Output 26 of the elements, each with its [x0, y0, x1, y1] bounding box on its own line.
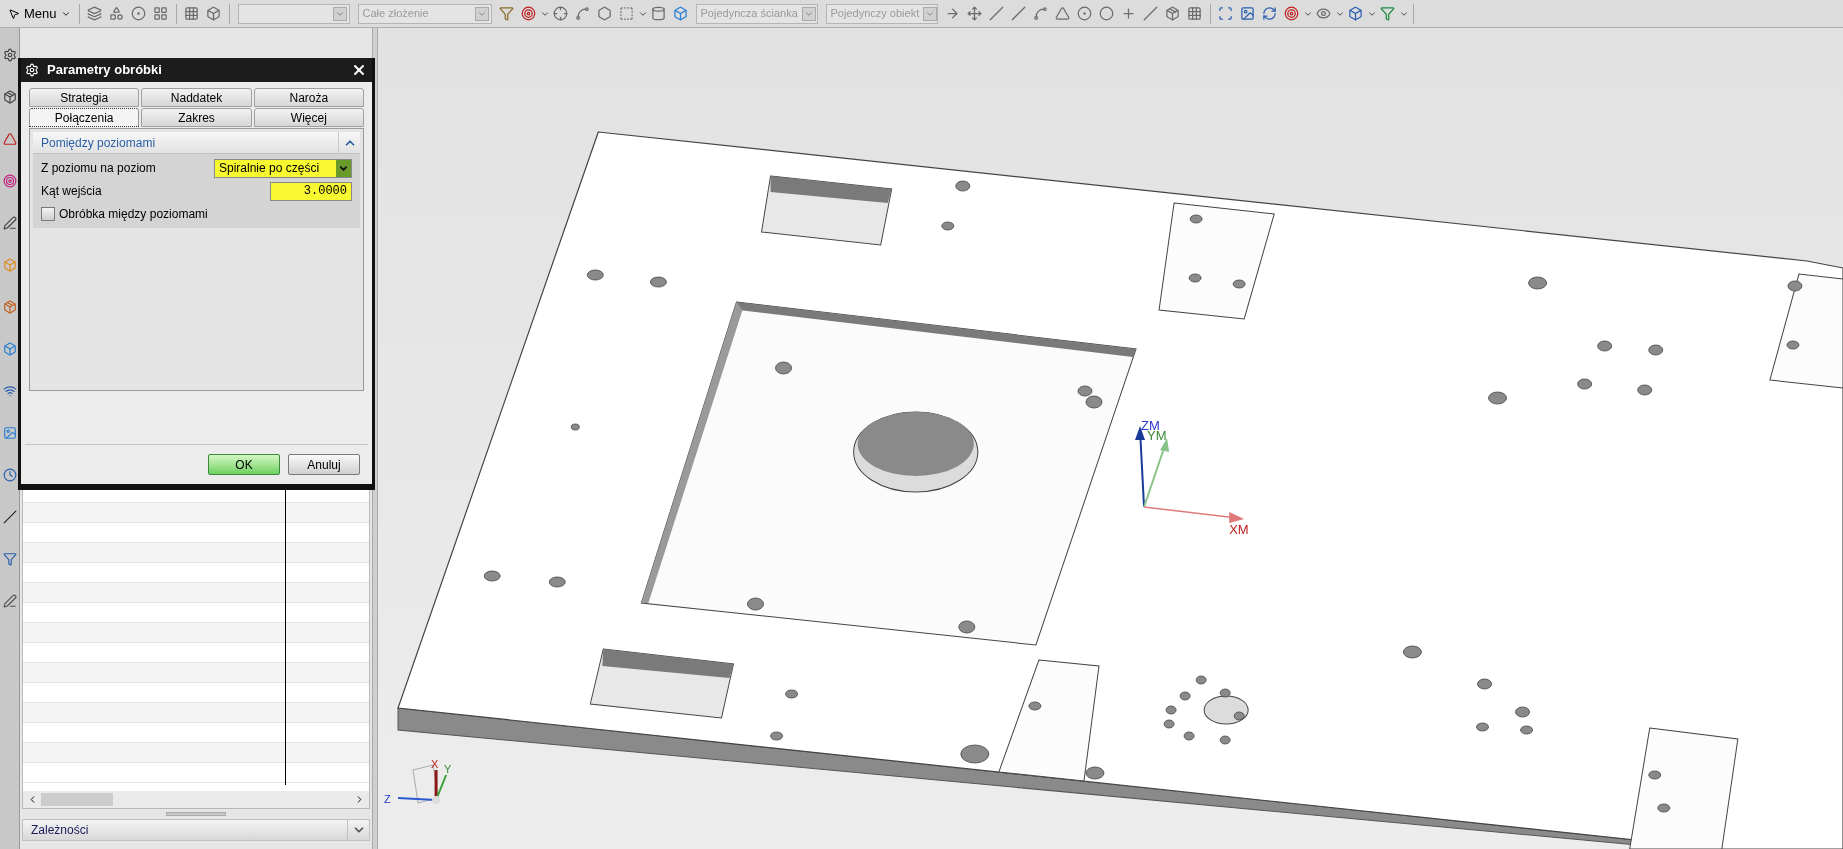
scrollbar-thumb[interactable]: [41, 793, 113, 806]
tab[interactable]: Naddatek: [141, 88, 252, 107]
panel-title: Zależności: [30, 822, 90, 839]
axis-label: X: [431, 758, 439, 770]
close-icon: [351, 62, 367, 78]
strategy-dropdown[interactable]: Spiralnie po części: [214, 158, 352, 178]
tab[interactable]: Zakres: [141, 108, 252, 127]
axis-label: Z: [384, 793, 391, 805]
axis-label: Y: [444, 763, 452, 775]
dialog-title: Parametry obróbki: [47, 61, 162, 80]
angle-input-field[interactable]: 3.0000: [270, 181, 352, 201]
field-label: Z poziomu na poziom: [41, 160, 156, 177]
gear-icon[interactable]: [25, 63, 39, 77]
axis-label: XM: [1229, 522, 1249, 537]
ok-button[interactable]: OK: [208, 454, 280, 475]
field-label: Kąt wejścia: [41, 183, 102, 200]
checkbox[interactable]: [41, 207, 55, 221]
cancel-button[interactable]: Anuluj: [288, 454, 360, 475]
section-title: Pomiędzy poziomami: [40, 134, 157, 152]
pointer-icon: [8, 7, 20, 20]
checkbox-label: Obróbka między poziomami: [59, 206, 208, 223]
tab[interactable]: Więcej: [253, 108, 364, 127]
tab[interactable]: Naroża: [253, 88, 364, 107]
tab[interactable]: Połączenia: [29, 108, 140, 127]
menu-button[interactable]: Menu: [4, 3, 75, 24]
tab[interactable]: Strategia: [29, 88, 140, 107]
